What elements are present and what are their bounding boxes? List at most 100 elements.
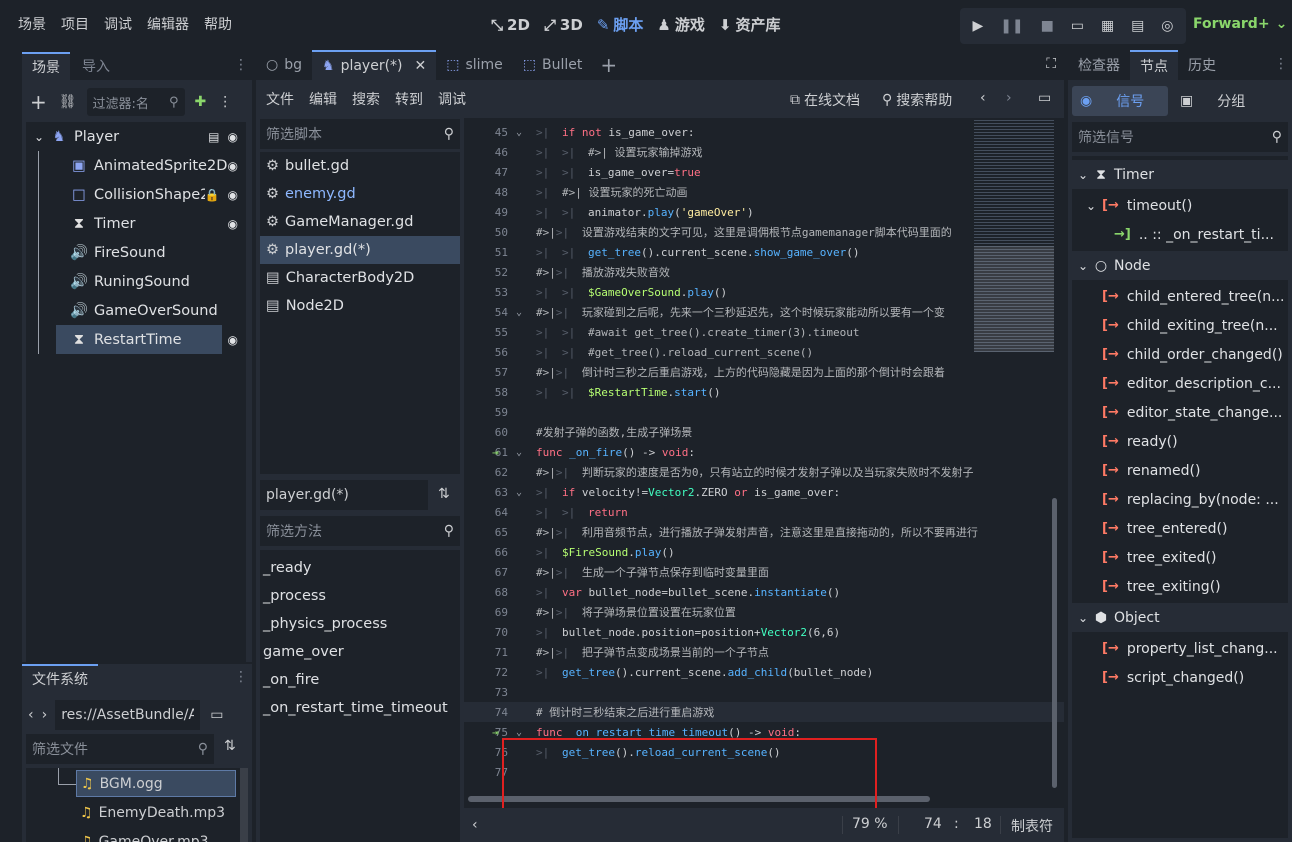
scene-tree-item[interactable]: 🔊 RuningSound	[26, 267, 246, 296]
method-list-item[interactable]: _physics_process	[260, 610, 460, 638]
signal-item[interactable]: [→ child_order_changed()	[1072, 340, 1288, 369]
signal-icon[interactable]: ◉	[228, 333, 238, 347]
signal-item[interactable]: [→ tree_exiting()	[1072, 572, 1288, 601]
menu-edit[interactable]: 编辑	[309, 89, 337, 109]
tab-import[interactable]: 导入	[70, 52, 122, 80]
signal-item[interactable]: [→ editor_description_c...	[1072, 369, 1288, 398]
split-view-icon[interactable]: ▭	[210, 707, 223, 723]
play-icon[interactable]: ▶	[972, 18, 983, 34]
file-item[interactable]: ♫ BGM.ogg	[76, 770, 236, 797]
scene-tree-item[interactable]: ⧗ RestartTime ◉	[26, 325, 246, 354]
scene-tree-item[interactable]: ⧗ Timer ◉	[26, 209, 246, 238]
indent-mode[interactable]: 制表符	[1011, 816, 1053, 836]
method-list-item[interactable]: _on_restart_time_timeout	[260, 694, 460, 722]
signal-connection[interactable]: →].. :: _on_restart_ti...	[1072, 220, 1288, 249]
sort-icon[interactable]: ⇅	[224, 738, 236, 754]
fold-arrow-icon[interactable]: ⌄	[512, 487, 526, 498]
chevron-down-icon[interactable]: ⌄	[1074, 259, 1092, 273]
visible-icon[interactable]: ◉	[228, 188, 238, 202]
file-filter-input[interactable]: 筛选文件 ⚲	[26, 734, 214, 764]
menu-project[interactable]: 项目	[61, 14, 89, 34]
toggle-sidebar-icon[interactable]: ‹	[472, 817, 478, 833]
tab-signals[interactable]: ◉ 信号	[1072, 86, 1168, 116]
tab-bullet[interactable]: ⬚ Bullet	[513, 50, 593, 80]
tab-inspector[interactable]: 检查器	[1068, 50, 1130, 80]
menu-debug[interactable]: 调试	[104, 14, 132, 34]
method-list-item[interactable]: game_over	[260, 638, 460, 666]
tab-player[interactable]: ♞ player(*) ✕	[312, 50, 437, 80]
signal-item[interactable]: [→ tree_entered()	[1072, 514, 1288, 543]
script-list-item[interactable]: ⚙ player.gd(*)	[260, 236, 460, 264]
path-field[interactable]: res://AssetBundle/A	[55, 700, 201, 730]
dock-menu-icon[interactable]: ⋮	[1274, 56, 1288, 72]
connected-signal-icon[interactable]: ⇥	[492, 726, 499, 739]
chevron-down-icon[interactable]: ⌄	[30, 130, 48, 144]
forward-icon[interactable]: ›	[42, 707, 48, 723]
scene-tree-item[interactable]: 🔊 FireSound	[26, 238, 246, 267]
signal-item[interactable]: ⌄ [→ timeout()	[1072, 191, 1288, 220]
menu-editor[interactable]: 编辑器	[147, 14, 189, 34]
signal-item[interactable]: [→ script_changed()	[1072, 663, 1288, 692]
link-icon[interactable]: ⛓	[59, 94, 77, 110]
file-item[interactable]: ♫ EnemyDeath.mp3	[76, 799, 225, 826]
method-list-item[interactable]: _ready	[260, 554, 460, 582]
menu-debug[interactable]: 调试	[438, 89, 466, 109]
signal-item[interactable]: [→ child_exiting_tree(n...	[1072, 311, 1288, 340]
fold-arrow-icon[interactable]: ⌄	[512, 127, 526, 138]
online-docs-button[interactable]: ⧉ 在线文档	[790, 90, 860, 110]
workspace-game[interactable]: ♟ 游戏	[657, 14, 704, 35]
signal-group-header[interactable]: ⌄ ⧗ Timer	[1072, 160, 1288, 189]
prev-script-icon[interactable]: ‹	[980, 90, 986, 106]
workspace-script[interactable]: ✎ 脚本	[597, 14, 644, 35]
workspace-2d[interactable]: ⤡ 2D	[491, 16, 530, 34]
tab-scene[interactable]: 场景	[22, 52, 70, 80]
method-list-item[interactable]: _on_fire	[260, 666, 460, 694]
add-tab-icon[interactable]: +	[600, 53, 617, 77]
signal-item[interactable]: [→ replacing_by(node: ...	[1072, 485, 1288, 514]
fold-arrow-icon[interactable]: ⌄	[512, 447, 526, 458]
chevron-down-icon[interactable]: ⌄	[1086, 199, 1102, 213]
sort-icon[interactable]: ⇅	[438, 486, 450, 502]
scene-tree-item[interactable]: ▣ AnimatedSprite2D ◉	[26, 151, 246, 180]
code-minimap[interactable]	[974, 118, 1054, 353]
movie-maker-icon[interactable]: ◎	[1161, 18, 1173, 34]
scene-tree-item[interactable]: ⌄ ♞ Player ▤ ◉	[26, 122, 246, 151]
menu-search[interactable]: 搜索	[352, 89, 380, 109]
visible-icon[interactable]: ◉	[228, 130, 238, 144]
signal-item[interactable]: [→ editor_state_change...	[1072, 398, 1288, 427]
close-icon[interactable]: ✕	[415, 58, 427, 74]
search-help-button[interactable]: ⚲ 搜索帮助	[882, 90, 952, 110]
tab-node[interactable]: 节点	[1130, 50, 1178, 80]
script-list-item[interactable]: ⚙ enemy.gd	[260, 180, 460, 208]
signal-item[interactable]: [→ property_list_chang...	[1072, 634, 1288, 663]
method-filter-input[interactable]: 筛选方法 ⚲	[260, 516, 460, 546]
tab-history[interactable]: 历史	[1178, 50, 1226, 80]
attach-script-icon[interactable]: ✚	[195, 94, 207, 110]
script-list-item[interactable]: ▤ Node2D	[260, 292, 460, 320]
play-custom-scene-icon[interactable]: ▤	[1131, 18, 1144, 34]
signal-item[interactable]: [→ child_entered_tree(n...	[1072, 282, 1288, 311]
play-scene-icon[interactable]: ▦	[1101, 18, 1114, 34]
visible-icon[interactable]: ◉	[228, 159, 238, 173]
signal-group-header[interactable]: ⌄ ⬢ Object	[1072, 603, 1288, 632]
method-list-item[interactable]: _process	[260, 582, 460, 610]
menu-help[interactable]: 帮助	[204, 14, 232, 34]
workspace-3d[interactable]: ⤢ 3D	[544, 16, 583, 34]
script-icon[interactable]: ▤	[208, 130, 219, 144]
signal-item[interactable]: [→ tree_exited()	[1072, 543, 1288, 572]
fold-arrow-icon[interactable]: ⌄	[512, 727, 526, 738]
scene-tree-item[interactable]: □ CollisionShape2 🔒 ◉	[26, 180, 246, 209]
file-list-scrollbar[interactable]	[240, 768, 248, 842]
back-icon[interactable]: ‹	[28, 707, 34, 723]
fold-arrow-icon[interactable]: ⌄	[512, 307, 526, 318]
lock-icon[interactable]: 🔒	[205, 188, 220, 202]
fullscreen-icon[interactable]: ⛶	[1046, 56, 1056, 72]
script-list-item[interactable]: ⚙ GameManager.gd	[260, 208, 460, 236]
remote-debug-icon[interactable]: ▭	[1071, 18, 1084, 34]
signal-group-header[interactable]: ⌄ ○ Node	[1072, 251, 1288, 280]
signal-filter-input[interactable]: 筛选信号 ⚲	[1072, 122, 1288, 152]
tab-bg[interactable]: ○ bg	[256, 50, 312, 80]
tab-filesystem[interactable]: 文件系统	[22, 664, 98, 692]
connected-signal-icon[interactable]: ⇥	[492, 446, 499, 459]
pause-icon[interactable]: ❚❚	[1000, 18, 1023, 34]
